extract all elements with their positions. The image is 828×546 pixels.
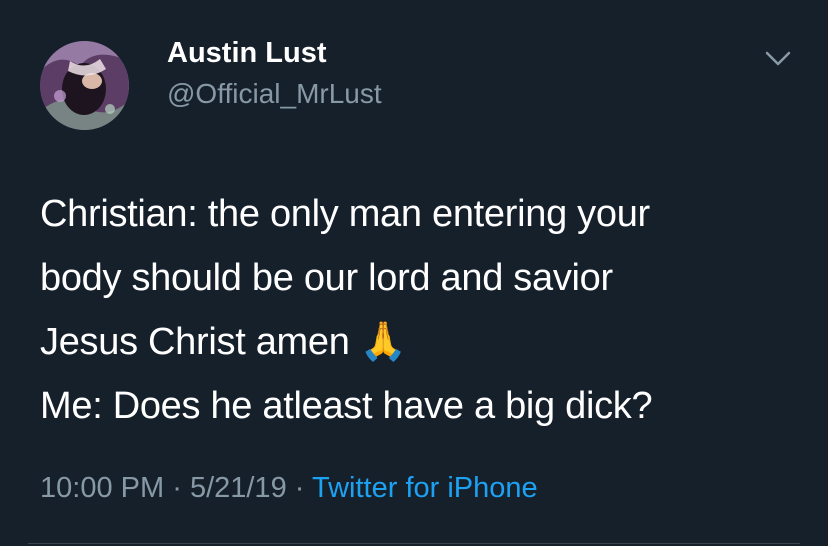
chevron-down-icon[interactable]	[765, 50, 791, 68]
meta-separator: ·	[294, 472, 305, 504]
tweet-meta: 10:00 PM · 5/21/19 · Twitter for iPhone	[40, 472, 538, 505]
meta-separator: ·	[172, 472, 182, 504]
tweet-card: Austin Lust @Official_MrLust Christian: …	[0, 0, 828, 546]
tweet-text: Christian: the only man entering your bo…	[40, 182, 810, 438]
tweet-source-link[interactable]: Twitter for iPhone	[312, 472, 538, 504]
tweet-time[interactable]: 10:00 PM	[40, 472, 164, 504]
tweet-text-line: Me: Does he atleast have a big dick?	[40, 385, 653, 427]
author-name[interactable]: Austin Lust	[167, 37, 327, 70]
tweet-text-line: body should be our lord and savior	[40, 257, 613, 299]
avatar[interactable]	[40, 41, 129, 130]
tweet-date[interactable]: 5/21/19	[190, 472, 287, 504]
author-handle[interactable]: @Official_MrLust	[167, 78, 382, 110]
avatar-image	[40, 41, 129, 130]
tweet-text-line: Jesus Christ amen 🙏	[40, 321, 407, 363]
divider	[28, 543, 800, 544]
tweet-text-line: Christian: the only man entering your	[40, 193, 650, 235]
